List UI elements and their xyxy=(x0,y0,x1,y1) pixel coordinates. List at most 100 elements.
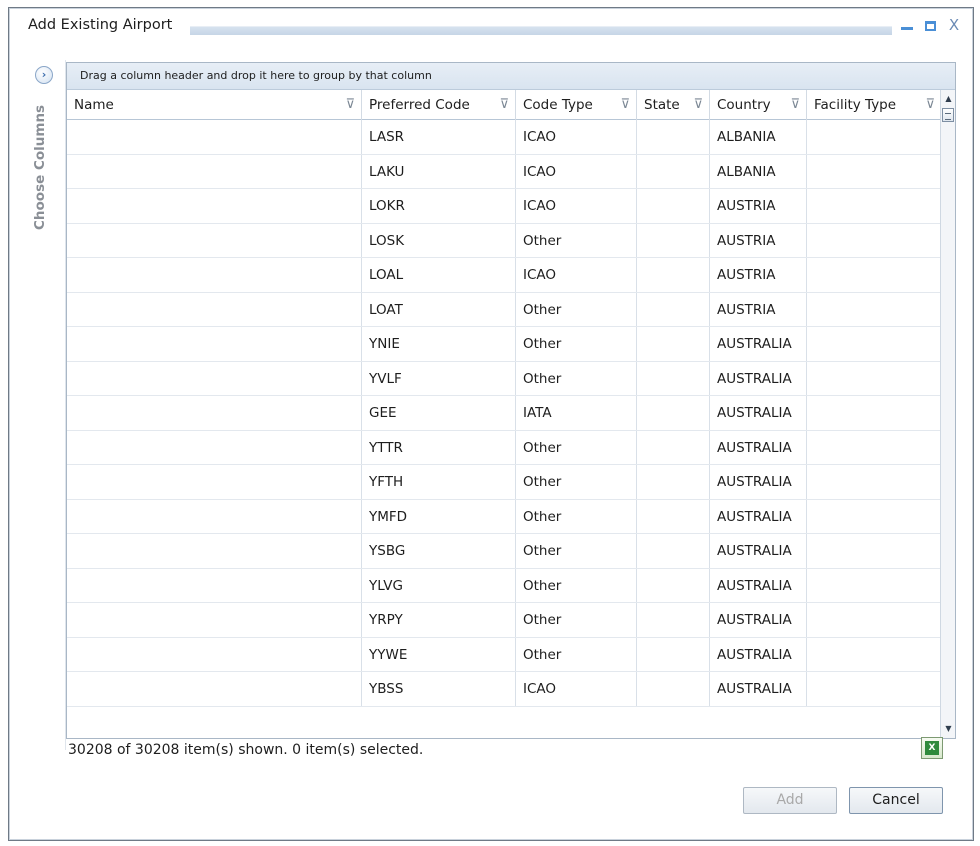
table-row[interactable]: YFTH Other AUSTRALIA xyxy=(67,465,942,500)
cell-facility-type xyxy=(807,396,942,430)
cell-code-type: Other xyxy=(516,499,637,533)
column-header-preferred-code[interactable]: Preferred Code ⊽ xyxy=(362,90,516,120)
cell-facility-type xyxy=(807,189,942,223)
airport-grid: Drag a column header and drop it here to… xyxy=(66,62,956,739)
cell-country: AUSTRALIA xyxy=(710,327,807,361)
cell-preferred-code: LAKU xyxy=(362,154,516,188)
table-row[interactable]: YNIE Other AUSTRALIA xyxy=(67,327,942,362)
cell-facility-type xyxy=(807,327,942,361)
cell-code-type: ICAO xyxy=(516,258,637,292)
cell-code-type: Other xyxy=(516,637,637,671)
filter-icon[interactable]: ⊽ xyxy=(693,90,703,120)
table-row[interactable]: YRPY Other AUSTRALIA xyxy=(67,603,942,638)
table-row[interactable]: LOAL ICAO AUSTRIA xyxy=(67,258,942,293)
title-bar-rule xyxy=(190,26,892,35)
cell-state xyxy=(637,327,710,361)
cell-code-type: Other xyxy=(516,361,637,395)
cell-preferred-code: YBSS xyxy=(362,672,516,706)
cell-country: AUSTRALIA xyxy=(710,499,807,533)
cell-name xyxy=(67,223,362,257)
table-row[interactable]: YYWE Other AUSTRALIA xyxy=(67,637,942,672)
column-header-name[interactable]: Name ⊽ xyxy=(67,90,362,120)
cell-facility-type xyxy=(807,223,942,257)
column-header-state[interactable]: State ⊽ xyxy=(637,90,710,120)
filter-icon[interactable]: ⊽ xyxy=(499,90,509,120)
cell-preferred-code: LOAT xyxy=(362,292,516,326)
filter-icon[interactable]: ⊽ xyxy=(345,90,355,120)
table-row[interactable]: LOSK Other AUSTRIA xyxy=(67,223,942,258)
cell-code-type: ICAO xyxy=(516,120,637,154)
cell-name xyxy=(67,396,362,430)
cell-state xyxy=(637,430,710,464)
cell-state xyxy=(637,603,710,637)
column-header-row: Name ⊽ Preferred Code ⊽ Code Type ⊽ State ⊽ Coun… xyxy=(67,90,942,120)
cell-name xyxy=(67,258,362,292)
table-row[interactable]: YLVG Other AUSTRALIA xyxy=(67,568,942,603)
cell-name xyxy=(67,534,362,568)
group-by-panel[interactable]: Drag a column header and drop it here to… xyxy=(67,63,955,90)
cell-country: AUSTRALIA xyxy=(710,637,807,671)
table-row[interactable]: LOKR ICAO AUSTRIA xyxy=(67,189,942,224)
table-row[interactable]: LAKU ICAO ALBANIA xyxy=(67,154,942,189)
cell-code-type: Other xyxy=(516,465,637,499)
cancel-button[interactable]: Cancel xyxy=(849,787,943,814)
cell-name xyxy=(67,154,362,188)
cell-preferred-code: YFTH xyxy=(362,465,516,499)
table-row[interactable]: YBSS ICAO AUSTRALIA xyxy=(67,672,942,707)
cell-preferred-code: YYWE xyxy=(362,637,516,671)
add-button[interactable]: Add xyxy=(743,787,837,814)
cell-code-type: Other xyxy=(516,223,637,257)
cell-state xyxy=(637,672,710,706)
table-row[interactable]: YMFD Other AUSTRALIA xyxy=(67,499,942,534)
cell-facility-type xyxy=(807,672,942,706)
cell-country: AUSTRIA xyxy=(710,223,807,257)
cell-code-type: Other xyxy=(516,603,637,637)
cell-state xyxy=(637,534,710,568)
maximize-icon xyxy=(924,20,936,31)
cell-country: AUSTRALIA xyxy=(710,361,807,395)
maximize-button[interactable] xyxy=(920,15,940,35)
table-row[interactable]: LASR ICAO ALBANIA xyxy=(67,120,942,155)
scroll-up-icon[interactable]: ▲ xyxy=(943,93,954,105)
cell-state xyxy=(637,637,710,671)
cell-preferred-code: YVLF xyxy=(362,361,516,395)
scroll-thumb[interactable] xyxy=(942,108,954,122)
table-row[interactable]: YVLF Other AUSTRALIA xyxy=(67,361,942,396)
cell-code-type: Other xyxy=(516,327,637,361)
table-row[interactable]: LOAT Other AUSTRIA xyxy=(67,292,942,327)
cell-state xyxy=(637,292,710,326)
table-row[interactable]: YSBG Other AUSTRALIA xyxy=(67,534,942,569)
close-button[interactable]: X xyxy=(944,15,964,35)
cell-facility-type xyxy=(807,361,942,395)
cell-country: AUSTRALIA xyxy=(710,396,807,430)
cell-name xyxy=(67,189,362,223)
minimize-icon xyxy=(901,27,913,30)
minimize-button[interactable] xyxy=(897,15,917,35)
column-header-facility-type[interactable]: Facility Type ⊽ xyxy=(807,90,942,120)
column-header-label: Preferred Code xyxy=(369,97,470,113)
export-excel-button[interactable]: X xyxy=(921,737,943,759)
scroll-down-icon[interactable]: ▼ xyxy=(943,723,954,735)
cell-facility-type xyxy=(807,534,942,568)
table-row[interactable]: GEE IATA AUSTRALIA xyxy=(67,396,942,431)
expand-panel-button[interactable]: › xyxy=(35,66,53,84)
cell-name xyxy=(67,361,362,395)
cell-facility-type xyxy=(807,637,942,671)
column-header-label: Code Type xyxy=(523,97,593,113)
column-header-country[interactable]: Country ⊽ xyxy=(710,90,807,120)
cell-state xyxy=(637,465,710,499)
cell-facility-type xyxy=(807,120,942,154)
filter-icon[interactable]: ⊽ xyxy=(620,90,630,120)
cell-state xyxy=(637,189,710,223)
column-header-code-type[interactable]: Code Type ⊽ xyxy=(516,90,637,120)
cell-facility-type xyxy=(807,258,942,292)
table-row[interactable]: YTTR Other AUSTRALIA xyxy=(67,430,942,465)
choose-columns-label[interactable]: Choose Columns xyxy=(32,90,54,230)
filter-icon[interactable]: ⊽ xyxy=(925,90,935,120)
cell-state xyxy=(637,258,710,292)
filter-icon[interactable]: ⊽ xyxy=(790,90,800,120)
title-bar[interactable]: Add Existing Airport X xyxy=(10,9,972,43)
vertical-scrollbar[interactable]: ▲ ▼ xyxy=(940,90,955,738)
cell-preferred-code: YNIE xyxy=(362,327,516,361)
cell-preferred-code: YSBG xyxy=(362,534,516,568)
